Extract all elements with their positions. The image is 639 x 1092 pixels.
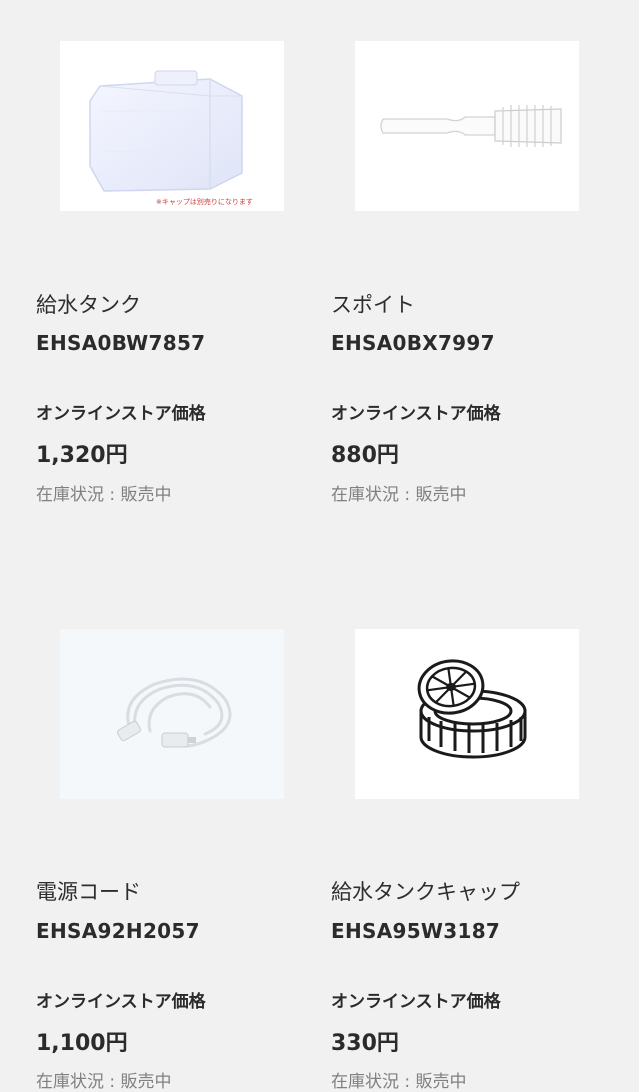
price-label: オンラインストア価格 [36, 992, 206, 1012]
product-price: 1,100円 [36, 1031, 128, 1056]
product-card-power-cord[interactable]: 電源コード EHSA92H2057 オンラインストア価格 1,100円 在庫状況… [0, 590, 319, 1092]
product-name[interactable]: 給水タンクキャップ [331, 876, 520, 906]
price-label: オンラインストア価格 [36, 404, 206, 424]
product-price: 330円 [331, 1031, 399, 1056]
product-code: EHSA0BX7997 [331, 331, 495, 355]
product-price: 880円 [331, 443, 399, 468]
product-image-tank-cap[interactable] [355, 629, 579, 799]
product-price: 1,320円 [36, 443, 128, 468]
stock-status: 在庫状況 : 販売中 [331, 485, 467, 505]
dropper-icon [380, 105, 562, 147]
tank-cap-icon [417, 659, 527, 759]
product-code: EHSA95W3187 [331, 919, 501, 943]
stock-status: 在庫状況 : 販売中 [36, 485, 172, 505]
price-label: オンラインストア価格 [331, 992, 501, 1012]
image-note: ※キャップは別売りになります [156, 198, 253, 206]
product-code: EHSA92H2057 [36, 919, 200, 943]
product-name[interactable]: 電源コード [36, 876, 141, 906]
product-image-dropper[interactable] [355, 41, 579, 211]
price-label: オンラインストア価格 [331, 404, 501, 424]
product-card-dropper[interactable]: スポイト EHSA0BX7997 オンラインストア価格 880円 在庫状況 : … [319, 0, 639, 540]
water-tank-icon [89, 70, 243, 192]
product-card-water-tank[interactable]: ※キャップは別売りになります 給水タンク EHSA0BW7857 オンラインスト… [0, 0, 319, 540]
product-name[interactable]: スポイト [331, 289, 415, 319]
power-cord-icon [117, 677, 232, 748]
product-image-water-tank[interactable]: ※キャップは別売りになります [60, 41, 284, 211]
product-code: EHSA0BW7857 [36, 331, 206, 355]
product-name[interactable]: 給水タンク [36, 289, 141, 319]
product-card-tank-cap[interactable]: 給水タンクキャップ EHSA95W3187 オンラインストア価格 330円 在庫… [319, 590, 639, 1092]
product-image-power-cord[interactable] [60, 629, 284, 799]
